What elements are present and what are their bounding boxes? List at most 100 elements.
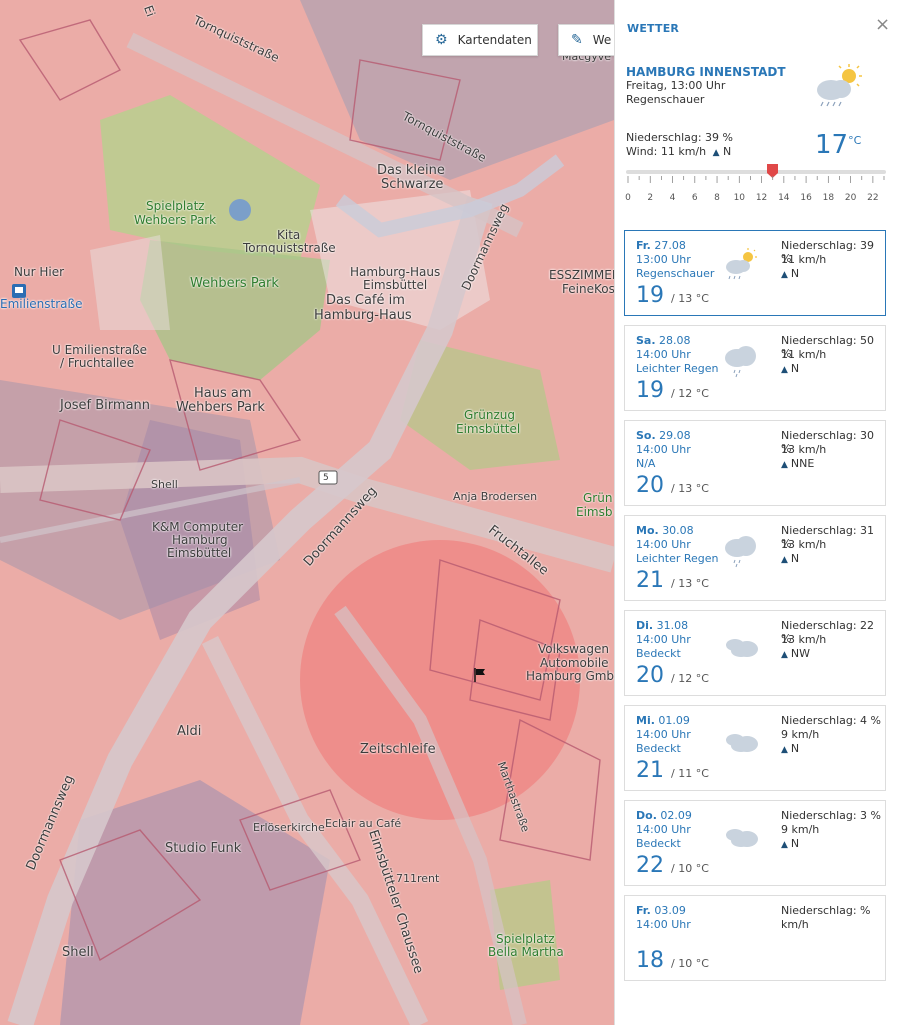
slider-tick-label: 0 [625, 193, 631, 203]
forecast-wind: 9 km/h [781, 728, 820, 741]
poi-label: Eimsbüttel [363, 278, 428, 292]
current-precip: Niederschlag: 39 % [626, 131, 734, 144]
forecast-precip: Niederschlag: 4 % [781, 714, 882, 727]
poi-label: Aldi [177, 724, 202, 739]
forecast-time: 14:00 Uhr [636, 633, 691, 646]
gear-icon: ⚙ [435, 32, 448, 48]
map-canvas[interactable]: Tornquiststraße Tornquiststraße Das klei… [0, 0, 614, 1025]
forecast-temp: 19 / 12 °C [636, 378, 709, 403]
forecast-time: 14:00 Uhr [636, 443, 691, 456]
station-label: U Emilienstraße [52, 343, 148, 357]
poi-label: Anja Brodersen [453, 490, 538, 503]
time-slider-track[interactable] [626, 170, 886, 174]
clouds-icon [721, 815, 761, 855]
park-label: Spielplatz [496, 932, 555, 946]
clouds-icon [721, 720, 761, 760]
slider-tick-label: 2 [647, 193, 654, 203]
time-slider-labels: 0 2 4 6 8 10 12 14 16 18 20 22 [615, 193, 903, 205]
forecast-day: Mo. 30.08 [636, 524, 694, 537]
current-temp-unit: °C [848, 134, 862, 147]
forecast-wind: 11 km/h [781, 253, 827, 266]
forecast-day: Sa. 28.08 [636, 334, 691, 347]
wind-arrow-icon: ▲ [781, 650, 788, 660]
poi-label: Studio Funk [165, 841, 242, 856]
forecast-time: 14:00 Uhr [636, 348, 691, 361]
slider-tick-label: 20 [844, 193, 857, 203]
park-label: Eimsb [576, 505, 613, 519]
location-title: HAMBURG INNENSTADT [626, 65, 786, 79]
forecast-day: Di. 31.08 [636, 619, 689, 632]
forecast-precip: Niederschlag: 3 % [781, 809, 882, 822]
poi-label: Kita [277, 228, 301, 242]
forecast-wind-dir: ▲ N [781, 742, 800, 755]
forecast-day: So. 29.08 [636, 429, 691, 442]
poi-label: Eclair au Café [325, 817, 402, 830]
slider-tick-label: 18 [822, 193, 835, 203]
forecast-temp: 20 / 13 °C [636, 473, 709, 498]
current-temp-value: 17 [815, 130, 849, 160]
slider-tick-label: 14 [778, 193, 790, 203]
forecast-desc: Leichter Regen [636, 552, 719, 565]
poi-label: ESSZIMMER [549, 268, 614, 282]
poi-label: Nur Hier [14, 265, 65, 279]
poi-label: Hamburg [172, 533, 228, 547]
forecast-desc: Bedeckt [636, 742, 681, 755]
forecast-card[interactable]: Mo. 30.08 14:00 Uhr Leichter Regen 21 / 13 … [624, 515, 886, 601]
current-wind-value: Wind: 11 km/h [626, 145, 707, 158]
forecast-wind: 13 km/h [781, 443, 827, 456]
forecast-wind: 13 km/h [781, 538, 827, 551]
current-wind: Wind: 11 km/h ▲ N [626, 145, 731, 158]
forecast-desc: Bedeckt [636, 647, 681, 660]
slider-tick-label: 6 [691, 193, 698, 203]
cloud-rain-icon [721, 340, 761, 380]
poi-label: K&M Computer [152, 520, 244, 534]
close-icon[interactable]: × [875, 14, 890, 35]
forecast-card[interactable]: So. 29.08 14:00 Uhr N/A 20 / 13 °C Niedersch… [624, 420, 886, 506]
slider-tick-label: 10 [733, 193, 746, 203]
slider-tick-label: 4 [669, 193, 676, 203]
park-label: Bella Martha [488, 945, 564, 959]
poi-label: Zeitschleife [360, 742, 436, 757]
poi-label: Haus am [194, 386, 252, 401]
forecast-card[interactable]: Fr. 27.08 13:00 Uhr Regenschauer 19 / 13 °C… [624, 230, 886, 316]
forecast-card[interactable]: Mi. 01.09 14:00 Uhr Bedeckt 21 / 11 °C Niede… [624, 705, 886, 791]
forecast-time: 14:00 Uhr [636, 823, 691, 836]
forecast-desc: Regenschauer [636, 267, 715, 280]
park-label: Wehbers Park [134, 213, 217, 227]
forecast-card[interactable]: Sa. 28.08 14:00 Uhr Leichter Regen 19 / 12 … [624, 325, 886, 411]
time-slider-ticks [627, 176, 885, 183]
pencil-icon: ✎ [571, 32, 583, 48]
poi-label: Shell [151, 478, 178, 491]
route-shield-label: 5 [323, 473, 329, 483]
forecast-card[interactable]: Do. 02.09 14:00 Uhr Bedeckt 22 / 10 °C Niede… [624, 800, 886, 886]
wind-arrow-icon: ▲ [781, 460, 788, 470]
forecast-temp: 21 / 13 °C [636, 568, 709, 593]
forecast-time: 14:00 Uhr [636, 918, 691, 931]
kartendaten-button[interactable]: ⚙ Kartendaten [422, 24, 538, 56]
slider-tick-label: 22 [867, 193, 879, 203]
poi-label: Tornquiststraße [243, 241, 336, 255]
forecast-day: Fr. 03.09 [636, 904, 686, 917]
forecast-desc: Leichter Regen [636, 362, 719, 375]
forecast-temp: 18 / 10 °C [636, 948, 709, 973]
forecast-time: 13:00 Uhr [636, 253, 691, 266]
wetter-button[interactable]: ✎ We [558, 24, 614, 56]
poi-label: Erlöserkirche [253, 821, 325, 834]
north-arrow-icon: ▲ [712, 148, 720, 158]
forecast-precip: Niederschlag: % [781, 904, 871, 917]
wind-arrow-icon: ▲ [781, 745, 788, 755]
park-label: Grün [583, 491, 613, 505]
forecast-wind-dir: ▲ N [781, 837, 800, 850]
current-wind-dir: N [723, 145, 732, 158]
forecast-wind: 9 km/h [781, 823, 820, 836]
forecast-time: 14:00 Uhr [636, 728, 691, 741]
forecast-wind-dir: ▲ N [781, 362, 800, 375]
forecast-temp: 20 / 12 °C [636, 663, 709, 688]
weather-panel: WETTER × HAMBURG INNENSTADT Freitag, 13:… [614, 0, 903, 1025]
forecast-card[interactable]: Di. 31.08 14:00 Uhr Bedeckt 20 / 12 °C Niede… [624, 610, 886, 696]
forecast-day: Fr. 27.08 [636, 239, 686, 252]
forecast-card[interactable]: Fr. 03.09 14:00 Uhr 18 / 10 °C Niederschlag… [624, 895, 886, 981]
forecast-time: 14:00 Uhr [636, 538, 691, 551]
poi-label: Shell [62, 945, 94, 960]
poi-label: Hamburg Gmb [526, 669, 614, 683]
